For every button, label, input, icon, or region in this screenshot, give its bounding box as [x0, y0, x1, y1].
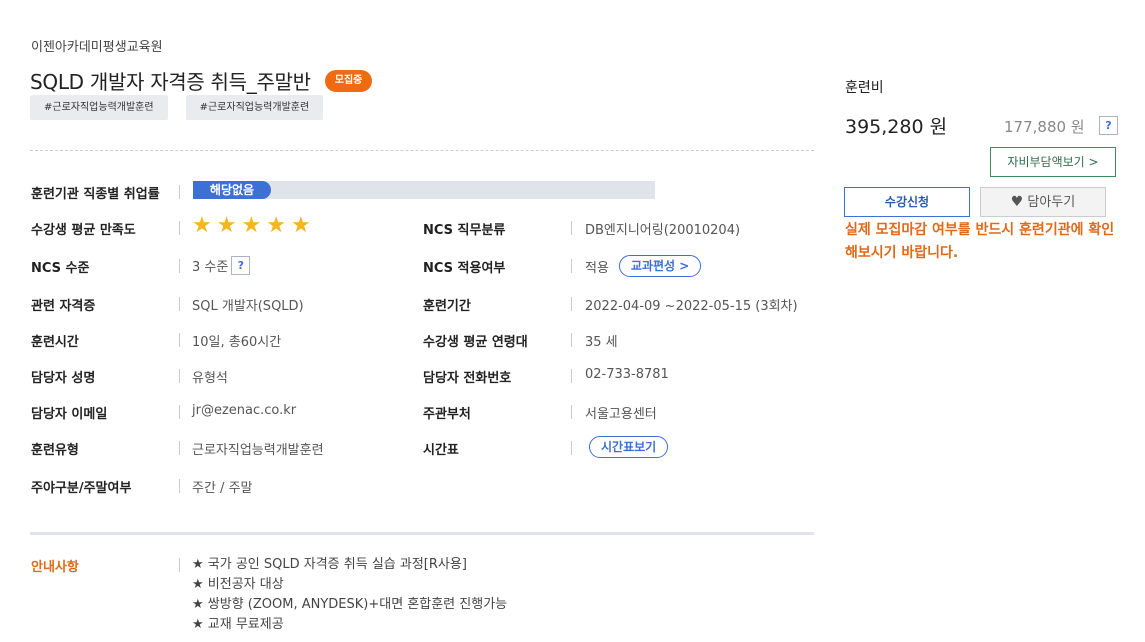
separator — [179, 333, 180, 347]
manager-value: 유형석 — [192, 371, 228, 386]
employment-label: 훈련기관 직종별 취업률 — [31, 187, 160, 202]
status-badge: 모집중 — [324, 69, 373, 92]
timetable: 시간표보기 — [579, 436, 669, 458]
star-icon: ★ — [290, 213, 311, 238]
age-value: 35 세 — [585, 335, 618, 350]
ncs-apply: 적용 교과편성 > — [585, 255, 702, 277]
phone-label: 담당자 전화번호 — [423, 371, 512, 386]
notice-list: ★ 국가 공인 SQLD 자격증 취득 실습 과정[R사용] ★ 비전공자 대상… — [192, 555, 507, 635]
email-label: 담당자 이메일 — [31, 407, 108, 422]
heart-icon: ♥ — [1010, 194, 1024, 210]
fee-help-button[interactable]: ? — [1099, 116, 1118, 135]
ncs-level-value: 3 수준 — [192, 260, 229, 275]
separator — [179, 369, 180, 383]
separator — [571, 259, 572, 273]
separator — [179, 441, 180, 455]
apply-button[interactable]: 수강신청 — [844, 187, 970, 217]
tag-item[interactable]: #근로자직업능력개발훈련 — [30, 95, 168, 120]
ncs-job-value: DB엔지니어링(20010204) — [585, 223, 741, 238]
cert-value: SQL 개발자(SQLD) — [192, 299, 304, 314]
employment-bar: 해당없음 — [193, 181, 655, 199]
notice-item: ★ 쌍방향 (ZOOM, ANYDESK)+대면 혼합훈련 진행가능 — [192, 597, 508, 612]
period-label: 훈련기간 — [423, 299, 471, 314]
ncs-apply-value: 적용 — [585, 260, 609, 276]
email-value: jr@ezenac.co.kr — [192, 403, 297, 418]
separator — [571, 297, 572, 311]
separator — [571, 405, 572, 419]
notice-item: ★ 국가 공인 SQLD 자격증 취득 실습 과정[R사용] — [192, 557, 467, 572]
separator — [179, 259, 180, 273]
separator — [179, 405, 180, 419]
wishlist-button[interactable]: ♥ 담아두기 — [980, 187, 1106, 217]
org-name: 이젠아카데미평생교육원 — [31, 40, 163, 55]
separator — [179, 558, 180, 572]
timetable-label: 시간표 — [423, 443, 459, 458]
employment-bar-text: 해당없음 — [209, 183, 255, 197]
separator — [179, 221, 180, 235]
course-title: SQLD 개발자 자격증 취득_주말반 — [30, 70, 311, 94]
type-label: 훈련유형 — [31, 443, 79, 458]
daynight-label: 주야구분/주말여부 — [31, 481, 132, 496]
cert-label: 관련 자격증 — [31, 299, 96, 314]
satisfaction-stars: ★ ★ ★ ★ ★ — [192, 215, 311, 237]
separator — [179, 185, 180, 199]
fee-label: 훈련비 — [845, 80, 884, 96]
hours-label: 훈련시간 — [31, 335, 79, 350]
type-value: 근로자직업능력개발훈련 — [192, 443, 324, 458]
daynight-value: 주간 / 주말 — [192, 481, 253, 496]
satisfaction-label: 수강생 평균 만족도 — [31, 223, 136, 238]
separator — [571, 221, 572, 235]
curriculum-button[interactable]: 교과편성 > — [618, 255, 702, 277]
star-icon: ★ — [216, 213, 237, 238]
ncs-level-label: NCS 수준 — [31, 261, 90, 276]
dept-value: 서울고용센터 — [585, 407, 657, 422]
phone-value: 02-733-8781 — [585, 367, 669, 382]
separator — [179, 479, 180, 493]
timetable-button[interactable]: 시간표보기 — [589, 436, 669, 458]
divider — [30, 150, 814, 151]
tag-list: #근로자직업능력개발훈련 #근로자직업능력개발훈련 — [30, 95, 324, 120]
star-icon: ★ — [192, 213, 212, 238]
period-value: 2022-04-09 ~2022-05-15 (3회차) — [585, 299, 798, 314]
ncs-apply-label: NCS 적용여부 — [423, 261, 506, 276]
ncs-level: 3 수준 ? — [192, 256, 251, 275]
title-row: SQLD 개발자 자격증 취득_주말반 모집중 — [30, 66, 373, 95]
separator — [571, 369, 572, 383]
star-icon: ★ — [266, 213, 286, 238]
fee-amount: 395,280 원 — [845, 116, 948, 138]
notice-label: 안내사항 — [31, 560, 79, 575]
notice-item: ★ 교재 무료제공 — [192, 617, 284, 632]
separator — [571, 333, 572, 347]
hours-value: 10일, 총60시간 — [192, 335, 282, 350]
divider — [30, 532, 814, 535]
wishlist-label: 담아두기 — [1027, 195, 1076, 210]
manager-label: 담당자 성명 — [31, 371, 96, 386]
dept-label: 주관부처 — [423, 407, 471, 422]
separator — [179, 297, 180, 311]
separator — [571, 441, 572, 455]
self-pay-button[interactable]: 자비부담액보기 > — [990, 147, 1116, 177]
help-button[interactable]: ? — [231, 256, 251, 275]
age-label: 수강생 평균 연령대 — [423, 335, 528, 350]
tag-item[interactable]: #근로자직업능력개발훈련 — [185, 95, 324, 120]
star-icon: ★ — [241, 213, 262, 238]
deadline-warning: 실제 모집마감 여부를 반드시 훈련기관에 확인해보시기 바랍니다. — [845, 222, 1115, 261]
notice-item: ★ 비전공자 대상 — [192, 577, 284, 592]
fee-support-amount: 177,880 원 — [1004, 118, 1085, 136]
ncs-job-label: NCS 직무분류 — [423, 223, 506, 238]
